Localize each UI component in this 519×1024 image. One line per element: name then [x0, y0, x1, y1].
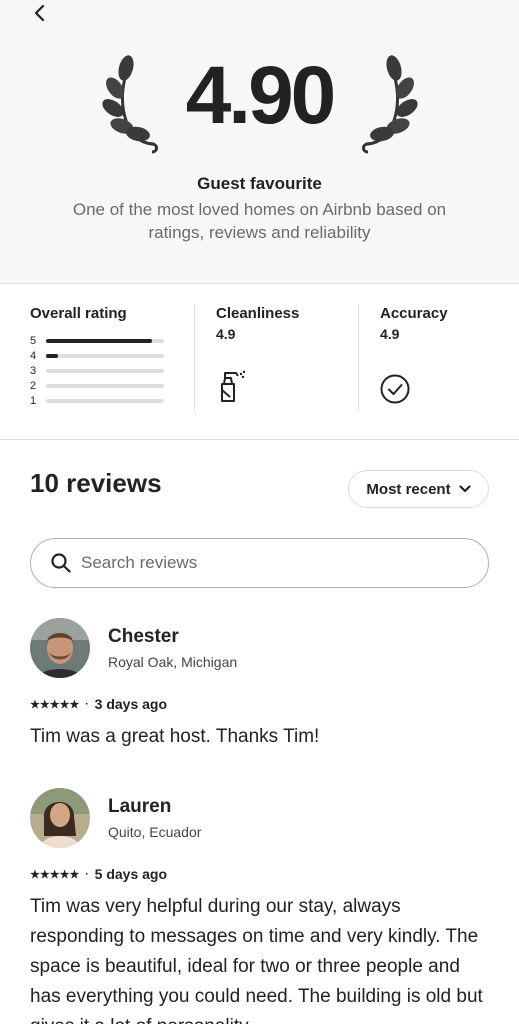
chevron-left-icon — [34, 4, 45, 22]
reviewer-name: Lauren — [108, 796, 172, 817]
cleanliness-value: 4.9 — [216, 326, 236, 342]
rating-bar-label: 1 — [30, 395, 37, 407]
rating-bar-fill — [46, 339, 153, 343]
separator-dot: · — [85, 698, 89, 710]
review-text: Tim was very helpful during our stay, al… — [30, 896, 483, 1024]
review-date: 3 days ago — [94, 696, 168, 712]
guest-favourite-header: 4.90 Guest favourite One of the most lov… — [0, 0, 519, 284]
review-meta: ★★★★★ · 3 days ago — [30, 696, 167, 712]
review-item: Chester Royal Oak, Michigan ★★★★★ · 3 da… — [30, 618, 490, 768]
ratings-breakdown: Overall rating 5 4 3 2 1 Cleanliness 4.9… — [0, 284, 519, 440]
divider — [358, 304, 359, 410]
avatar[interactable] — [30, 618, 90, 678]
avatar[interactable] — [30, 788, 90, 848]
review-date: 5 days ago — [94, 866, 168, 882]
search-reviews-field[interactable] — [30, 538, 489, 588]
reviewer-name: Chester — [108, 626, 179, 647]
cleanliness-label: Cleanliness — [216, 305, 300, 322]
accuracy-value: 4.9 — [380, 326, 400, 342]
rating-bar-label: 5 — [30, 335, 37, 347]
sort-label: Most recent — [366, 480, 451, 498]
chevron-down-icon — [458, 485, 471, 493]
separator-dot: · — [85, 868, 89, 880]
reviewer-location: Royal Oak, Michigan — [108, 654, 238, 670]
overall-rating-label: Overall rating — [30, 305, 127, 322]
guest-favourite-title: Guest favourite — [197, 174, 322, 193]
rating-bar-label: 4 — [30, 350, 37, 362]
rating-bar-3: 3 — [30, 364, 170, 378]
rating-bar-2: 2 — [30, 379, 170, 393]
review-item: Lauren Quito, Ecuador ★★★★★ · 5 days ago… — [30, 788, 490, 1024]
rating-bar-label: 2 — [30, 380, 37, 392]
accuracy-label: Accuracy — [380, 305, 448, 322]
search-icon — [51, 553, 71, 573]
rating-bar-5: 5 — [30, 334, 170, 348]
search-input[interactable] — [81, 553, 441, 573]
reviews-count-title: 10 reviews — [30, 468, 162, 498]
rating-bar-1: 1 — [30, 394, 170, 408]
review-text: Tim was a great host. Thanks Tim! — [30, 726, 320, 747]
overall-score: 4.90 — [185, 50, 337, 141]
sort-dropdown[interactable]: Most recent — [348, 470, 489, 508]
star-rating: ★★★★★ — [30, 698, 80, 711]
spray-bottle-icon — [221, 370, 246, 402]
rating-bar-fill — [46, 354, 58, 358]
divider — [194, 304, 195, 410]
rating-bar-4: 4 — [30, 349, 170, 363]
check-circle-icon — [380, 374, 410, 404]
reviewer-location: Quito, Ecuador — [108, 824, 202, 840]
guest-favourite-description: One of the most loved homes on Airbnb ba… — [72, 200, 447, 242]
star-rating: ★★★★★ — [30, 868, 80, 881]
laurel-right-icon — [362, 55, 418, 154]
back-button[interactable] — [26, 0, 54, 26]
review-meta: ★★★★★ · 5 days ago — [30, 866, 167, 882]
rating-bar-label: 3 — [30, 365, 37, 377]
